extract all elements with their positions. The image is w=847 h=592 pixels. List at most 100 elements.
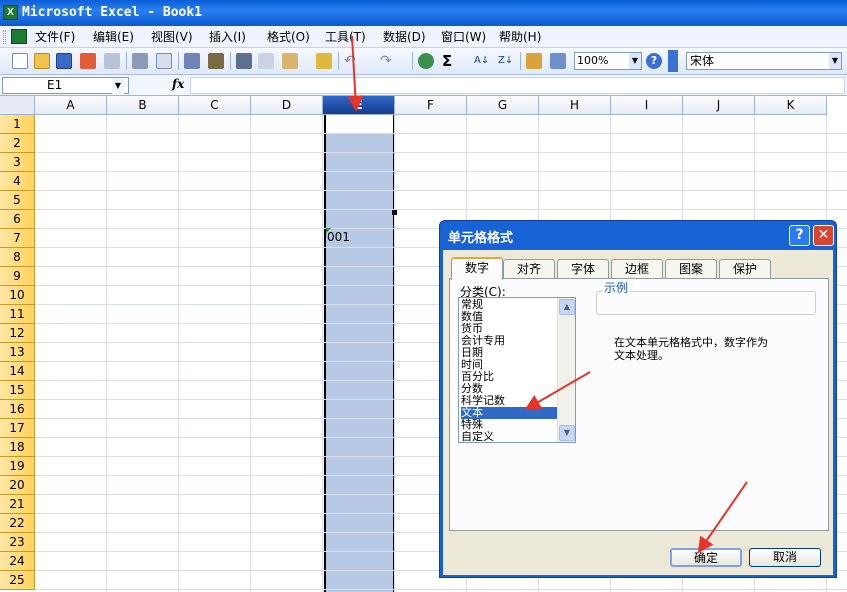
selected-column-e[interactable] [324,115,395,592]
row-header-4[interactable]: 4 [0,172,35,191]
cancel-button[interactable]: 取消 [749,548,821,567]
chart-wizard-icon[interactable] [526,53,542,69]
category-scrollbar[interactable]: ▲ ▼ [557,298,575,442]
menu-edit[interactable]: 编辑(E) [93,29,134,45]
row-header-5[interactable]: 5 [0,191,35,210]
tab-number[interactable]: 数字 [451,257,503,280]
research-icon[interactable] [208,53,224,69]
scroll-up-icon[interactable]: ▲ [559,299,575,315]
font-select[interactable]: 宋体 ▼ [686,52,842,70]
column-header-k[interactable]: K [755,96,827,115]
dialog-help-button[interactable]: ? [789,225,810,246]
row-header-22[interactable]: 22 [0,514,35,533]
menu-view[interactable]: 视图(V) [151,29,193,45]
column-header-d[interactable]: D [251,96,323,115]
tab-border[interactable]: 边框 [611,259,663,279]
column-header-g[interactable]: G [467,96,539,115]
row-header-13[interactable]: 13 [0,343,35,362]
tab-font[interactable]: 字体 [557,259,609,279]
menu-file[interactable]: 文件(F) [35,29,75,45]
tab-alignment[interactable]: 对齐 [503,259,555,279]
undo-icon[interactable]: ↶ [344,53,360,69]
format-painter-icon[interactable] [316,53,332,69]
cell-e7[interactable]: 001 [327,230,350,244]
row-header-3[interactable]: 3 [0,153,35,172]
grip-handle[interactable] [3,30,6,44]
fill-handle[interactable] [392,210,397,215]
toolbar-options-icon[interactable] [668,50,678,72]
row-header-8[interactable]: 8 [0,248,35,267]
row-header-1[interactable]: 1 [0,115,35,134]
print-preview-icon[interactable] [156,53,172,69]
column-header-c[interactable]: C [179,96,251,115]
ok-button[interactable]: 确定 [670,548,742,567]
save-icon[interactable] [56,53,72,69]
scroll-down-icon[interactable]: ▼ [559,425,575,441]
row-header-7[interactable]: 7 [0,229,35,248]
active-cell-e1[interactable] [326,115,393,134]
cut-icon[interactable] [236,53,252,69]
spelling-icon[interactable] [184,53,200,69]
email-icon[interactable] [104,53,120,69]
column-header-b[interactable]: B [107,96,179,115]
row-header-2[interactable]: 2 [0,134,35,153]
row-header-25[interactable]: 25 [0,571,35,590]
menu-window[interactable]: 窗口(W) [441,29,486,45]
menu-tools[interactable]: 工具(T) [325,29,366,45]
category-list[interactable]: 常规 数值 货币 会计专用 日期 时间 百分比 分数 科学记数 文本 特殊 自定… [458,297,576,443]
row-header-9[interactable]: 9 [0,267,35,286]
row-header-12[interactable]: 12 [0,324,35,343]
list-item[interactable]: 自定义 [461,431,557,443]
sort-ascending-icon[interactable]: A↓ [474,53,490,69]
column-header-a[interactable]: A [35,96,107,115]
permission-icon[interactable] [80,53,96,69]
function-icon[interactable]: fx [172,77,184,91]
chevron-down-icon[interactable]: ▼ [629,53,641,69]
menu-help[interactable]: 帮助(H) [499,29,541,45]
row-header-23[interactable]: 23 [0,533,35,552]
row-header-17[interactable]: 17 [0,419,35,438]
chevron-down-icon[interactable]: ▼ [829,53,841,69]
tab-patterns[interactable]: 图案 [665,259,717,279]
row-header-10[interactable]: 10 [0,286,35,305]
select-all-corner[interactable] [0,96,35,115]
excel-app-icon[interactable]: X [3,5,18,20]
tab-protection[interactable]: 保护 [719,259,771,279]
column-header-i[interactable]: I [611,96,683,115]
document-icon[interactable] [11,29,27,44]
row-header-6[interactable]: 6 [0,210,35,229]
menu-format[interactable]: 格式(O) [267,29,310,45]
row-header-19[interactable]: 19 [0,457,35,476]
row-header-21[interactable]: 21 [0,495,35,514]
column-header-f[interactable]: F [395,96,467,115]
zoom-select[interactable]: 100% ▼ [574,52,642,70]
menu-data[interactable]: 数据(D) [383,29,426,45]
gridline [35,152,847,153]
sort-descending-icon[interactable]: Z↓ [498,53,514,69]
row-header-24[interactable]: 24 [0,552,35,571]
row-header-11[interactable]: 11 [0,305,35,324]
drawing-icon[interactable] [550,53,566,69]
paste-icon[interactable] [282,53,298,69]
formula-input[interactable] [190,77,845,94]
print-icon[interactable] [132,53,148,69]
name-box[interactable]: E1 ▼ [2,77,129,94]
row-header-15[interactable]: 15 [0,381,35,400]
chevron-down-icon[interactable]: ▼ [112,78,124,94]
column-header-j[interactable]: J [683,96,755,115]
help-icon[interactable]: ? [646,53,662,69]
redo-icon[interactable]: ↷ [380,53,396,69]
open-icon[interactable] [34,53,50,69]
close-icon[interactable]: ✕ [813,225,834,246]
autosum-icon[interactable]: Σ [442,53,458,69]
row-header-20[interactable]: 20 [0,476,35,495]
row-header-18[interactable]: 18 [0,438,35,457]
row-header-14[interactable]: 14 [0,362,35,381]
copy-icon[interactable] [258,53,274,69]
new-icon[interactable] [12,53,28,69]
row-header-16[interactable]: 16 [0,400,35,419]
column-header-e[interactable]: E [323,96,395,115]
menu-insert[interactable]: 插入(I) [209,29,246,45]
hyperlink-icon[interactable] [418,53,434,69]
column-header-h[interactable]: H [539,96,611,115]
